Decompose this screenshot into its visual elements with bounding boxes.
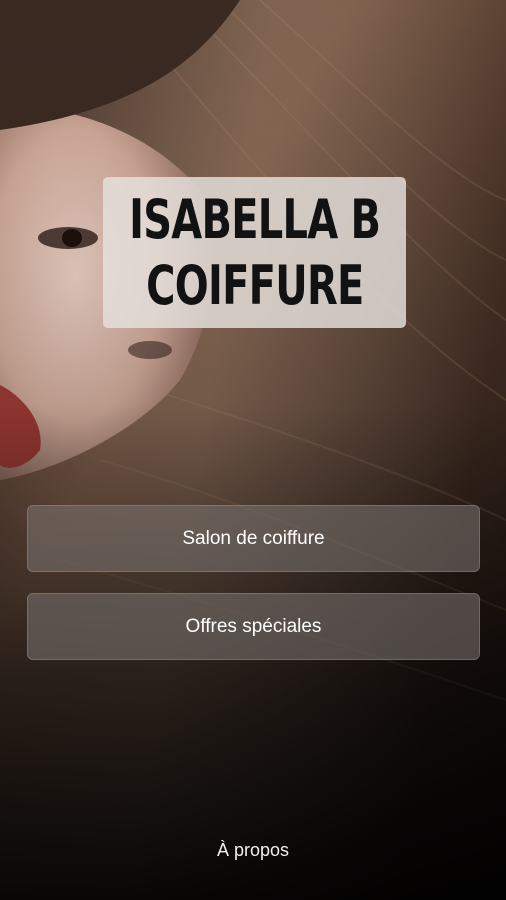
about-link[interactable]: À propos: [0, 840, 506, 861]
app-screen: ISABELLA B COIFFURE Salon de coiffure Of…: [0, 0, 506, 900]
logo-title-line1: ISABELLA B: [128, 187, 381, 251]
logo-title-line2: COIFFURE: [145, 253, 364, 317]
hair-background-image: [0, 0, 506, 900]
special-offers-button[interactable]: Offres spéciales: [27, 593, 480, 660]
salon-button[interactable]: Salon de coiffure: [27, 505, 480, 572]
salon-logo: ISABELLA B COIFFURE: [103, 177, 406, 328]
